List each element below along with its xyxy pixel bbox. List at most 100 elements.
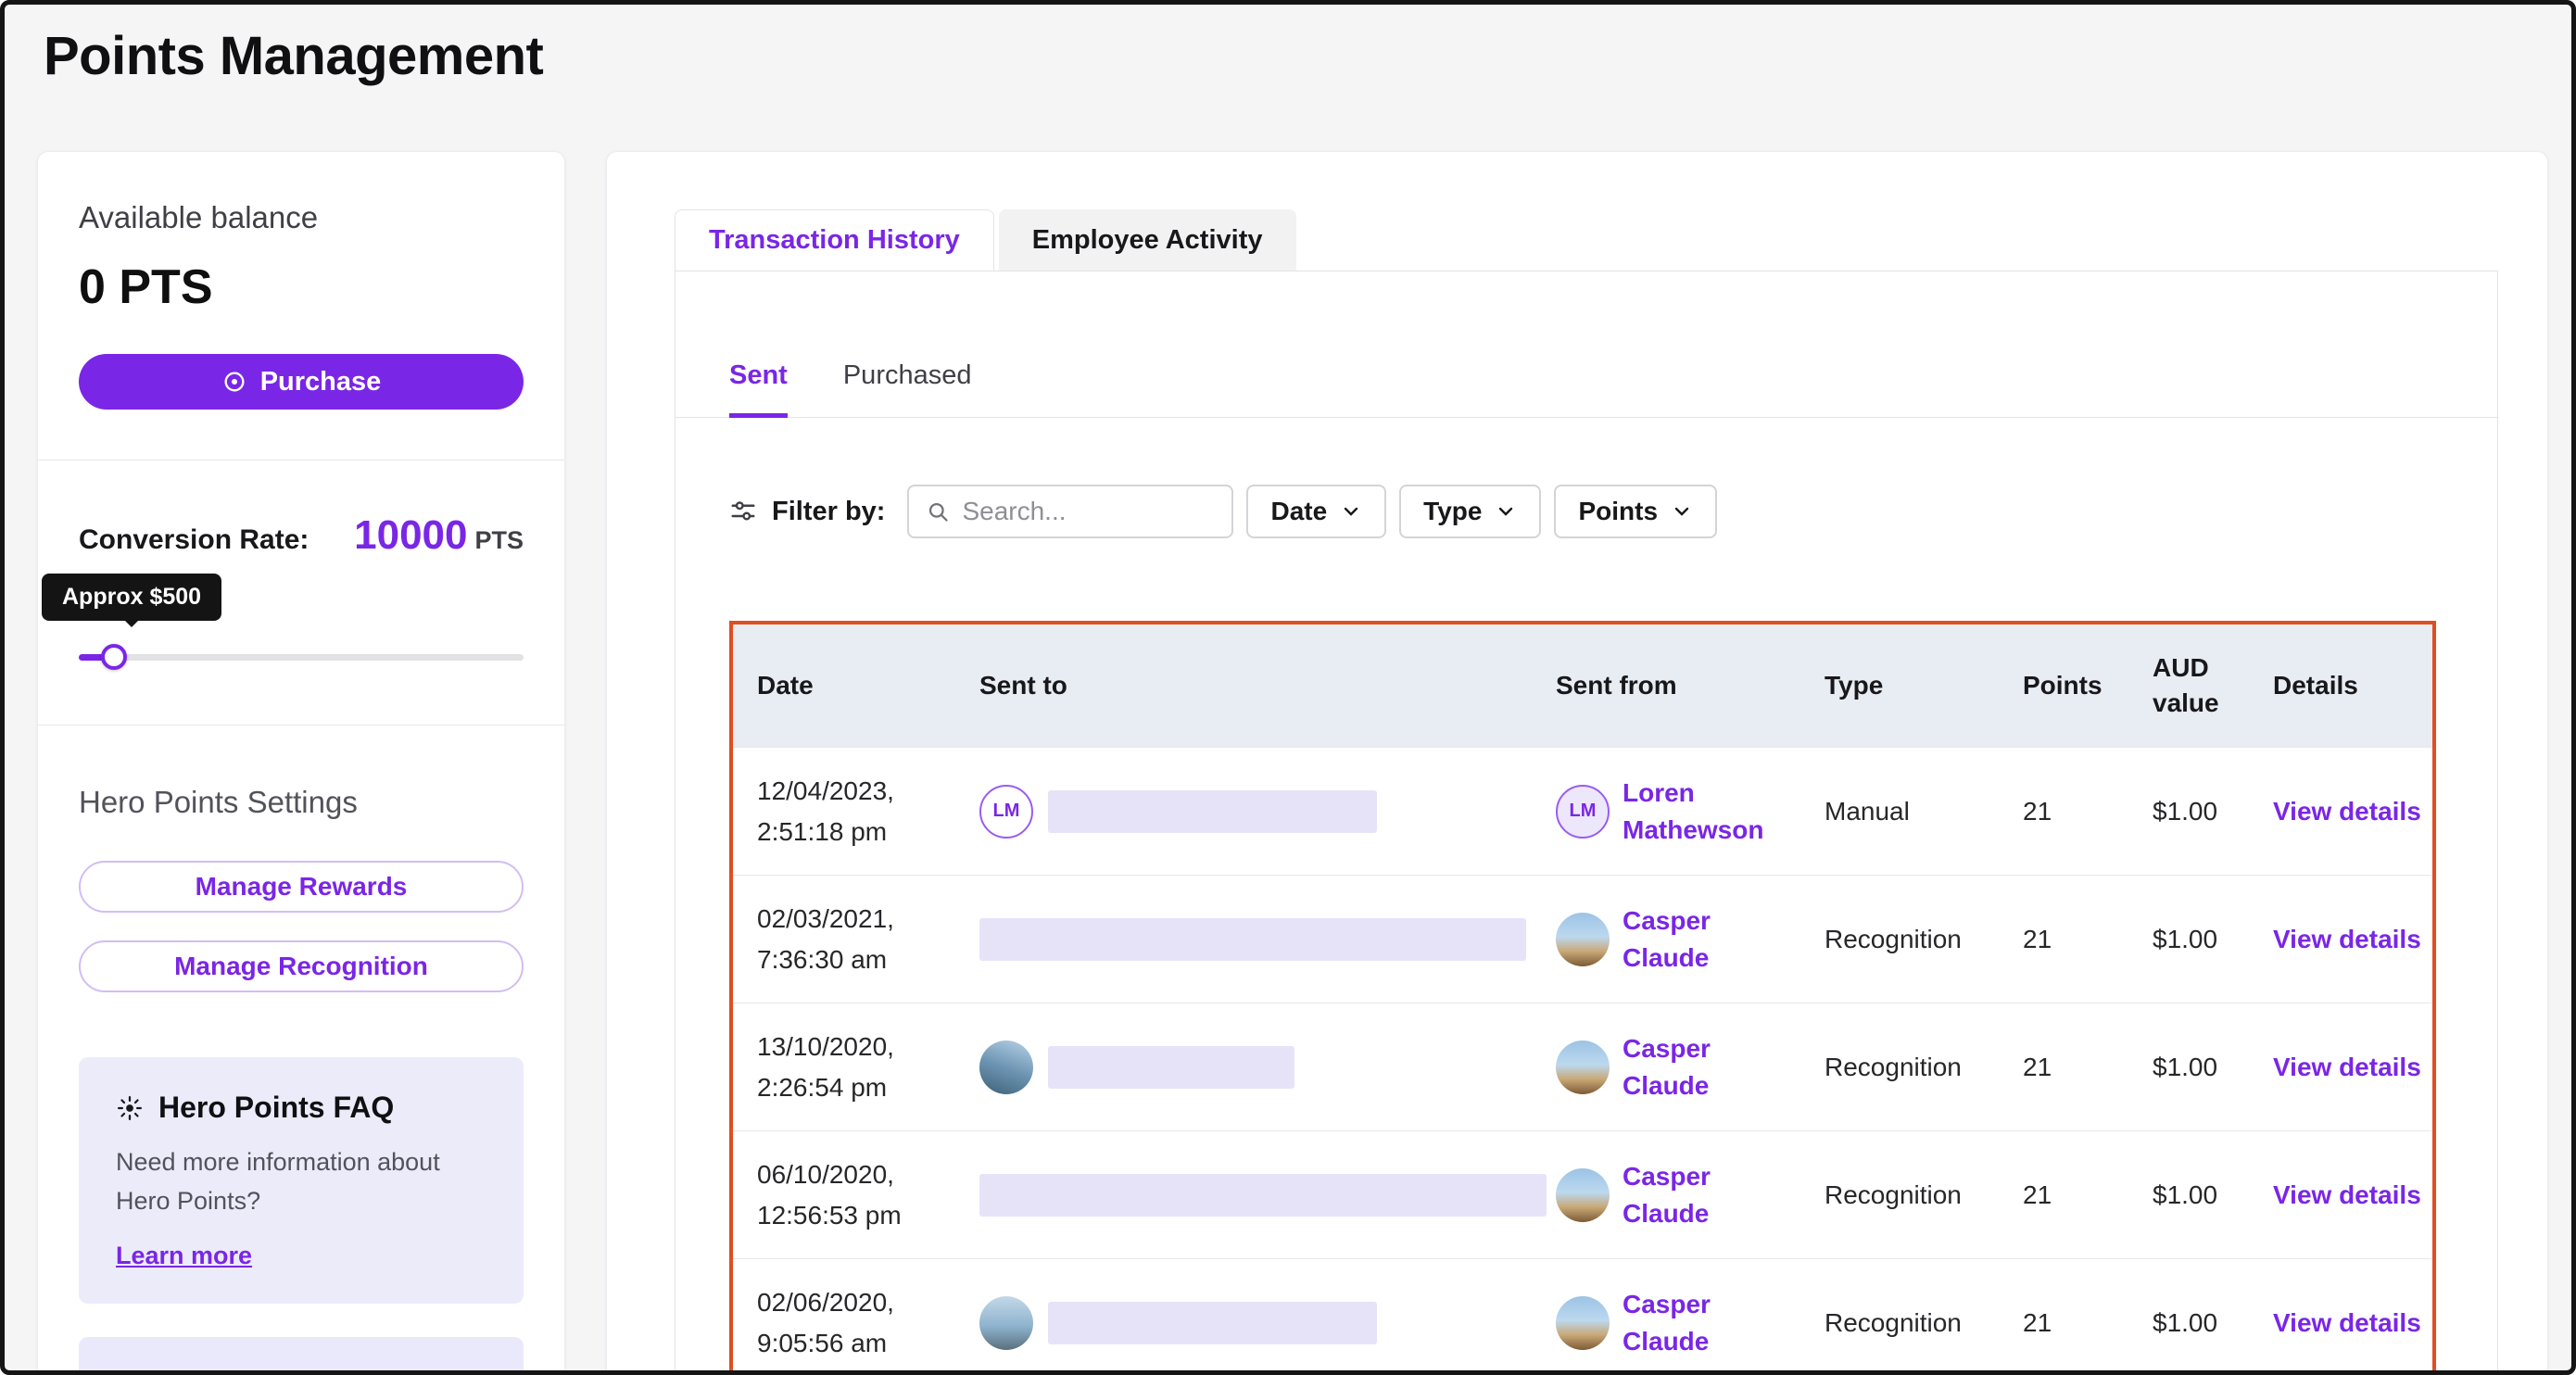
redacted-name-bar [979,918,1526,961]
points-cell: 21 [1999,925,2128,954]
date-filter-dropdown[interactable]: Date [1246,485,1386,538]
sent-from-cell: Casper Claude [1532,1030,1800,1103]
chevron-down-icon [1340,500,1362,523]
type-cell: Recognition [1800,1180,1999,1210]
faq-body: Need more information about Hero Points? [116,1143,486,1221]
sun-icon [116,1094,144,1122]
manage-rewards-button[interactable]: Manage Rewards [79,861,524,913]
conversion-slider[interactable] [79,643,524,671]
points-sidebar: Available balance 0 PTS Purchase Convers… [37,151,565,1375]
faq-title: Hero Points FAQ [158,1091,394,1125]
tab-employee-activity[interactable]: Employee Activity [999,209,1296,271]
slider-track[interactable] [79,654,524,661]
view-details-link[interactable]: View details [2273,1308,2421,1337]
sent-from-avatar [1556,1041,1610,1094]
sent-from-avatar [1556,1296,1610,1350]
transactions-table: Date Sent to Sent from Type Points AUD v… [729,621,2436,1375]
details-cell: View details [2249,1180,2432,1210]
column-header-sent-to: Sent to [955,668,1532,703]
view-details-link[interactable]: View details [2273,1180,2421,1209]
sent-to-cell [955,918,1532,961]
aud-value-cell: $1.00 [2128,1053,2249,1082]
conversion-rate-value: 10000 [354,512,467,558]
fbt-title: FBT Technical Summary [116,1369,486,1375]
sent-to-cell [955,1296,1532,1350]
points-filter-label: Points [1578,497,1658,526]
slider-tooltip: Approx $500 [42,574,221,621]
table-body: 12/04/2023, 2:51:18 pm LM LM Loren Mathe… [733,747,2432,1375]
balance-value: 0 PTS [79,259,524,315]
view-details-link[interactable]: View details [2273,797,2421,826]
sent-to-cell [955,1174,1532,1217]
filter-by-label: Filter by: [772,497,885,527]
date-cell: 02/06/2020, 9:05:56 am [733,1282,955,1363]
purchase-button[interactable]: Purchase [79,354,524,410]
balance-label: Available balance [79,200,524,235]
subtab-purchased[interactable]: Purchased [843,360,972,417]
slider-handle[interactable] [101,644,127,670]
redacted-name-bar [979,1174,1547,1217]
date-line-1: 12/04/2023, [757,771,944,811]
date-line-2: 12:56:53 pm [757,1195,944,1235]
type-cell: Manual [1800,797,1999,826]
conversion-rate-unit: PTS [474,526,524,554]
details-cell: View details [2249,1308,2432,1338]
date-filter-label: Date [1270,497,1327,526]
sent-from-avatar [1556,1168,1610,1222]
date-line-1: 13/10/2020, [757,1027,944,1066]
learn-more-link[interactable]: Learn more [116,1242,252,1270]
tab-transaction-history[interactable]: Transaction History [675,209,994,271]
type-cell: Recognition [1800,1308,1999,1338]
details-cell: View details [2249,797,2432,826]
view-details-link[interactable]: View details [2273,1053,2421,1081]
column-header-date: Date [733,668,955,703]
table-row: 13/10/2020, 2:26:54 pm Casper Claude Rec… [733,1003,2432,1130]
sent-from-name: Casper Claude [1623,1158,1789,1230]
balance-section: Available balance 0 PTS Purchase [38,152,564,460]
faq-card: Hero Points FAQ Need more information ab… [79,1057,524,1304]
sent-to-avatar: LM [979,785,1033,839]
date-cell: 06/10/2020, 12:56:53 pm [733,1154,955,1235]
date-line-2: 9:05:56 am [757,1323,944,1363]
sent-from-cell: Casper Claude [1532,1158,1800,1230]
table-row: 06/10/2020, 12:56:53 pm Casper Claude Re… [733,1130,2432,1258]
sent-to-avatar [979,1296,1033,1350]
sent-from-cell: Casper Claude [1532,1286,1800,1358]
conversion-section: Conversion Rate: 10000PTS Approx $500 [38,460,564,725]
table-row: 02/03/2021, 7:36:30 am Casper Claude Rec… [733,875,2432,1003]
view-details-link[interactable]: View details [2273,925,2421,953]
subtab-sent[interactable]: Sent [729,360,788,418]
points-cell: 21 [1999,1053,2128,1082]
chevron-down-icon [1671,500,1693,523]
search-icon [926,499,951,524]
type-filter-dropdown[interactable]: Type [1399,485,1541,538]
search-box [907,485,1233,538]
settings-section: Hero Points Settings Manage Rewards Mana… [38,725,564,1375]
column-header-details: Details [2249,668,2432,703]
aud-value-cell: $1.00 [2128,1308,2249,1338]
date-line-1: 02/03/2021, [757,899,944,939]
main-tabs: Transaction History Employee Activity [675,209,2498,271]
sent-from-cell: LM Loren Mathewson [1532,775,1800,847]
manage-recognition-button[interactable]: Manage Recognition [79,940,524,992]
sent-to-avatar [979,1041,1033,1094]
transaction-history-panel: Sent Purchased Filter by: [675,271,2498,1375]
search-input[interactable] [951,497,1231,526]
purchase-button-label: Purchase [260,367,382,397]
filter-row: Filter by: Date Type [729,485,2436,538]
column-header-sent-from: Sent from [1532,668,1800,703]
aud-value-cell: $1.00 [2128,797,2249,826]
sent-from-name: Casper Claude [1623,902,1789,975]
settings-title: Hero Points Settings [79,785,524,820]
table-row: 02/06/2020, 9:05:56 am Casper Claude Rec… [733,1258,2432,1375]
sent-from-avatar: LM [1556,785,1610,839]
sent-to-cell [955,1041,1532,1094]
column-header-type: Type [1800,668,1999,703]
redacted-name-bar [1048,1046,1294,1089]
points-filter-dropdown[interactable]: Points [1554,485,1717,538]
subtabs: Sent Purchased [676,271,2497,418]
sent-from-name: Casper Claude [1623,1030,1789,1103]
points-cell: 21 [1999,797,2128,826]
details-cell: View details [2249,925,2432,954]
fbt-card: FBT Technical Summary [79,1337,524,1375]
